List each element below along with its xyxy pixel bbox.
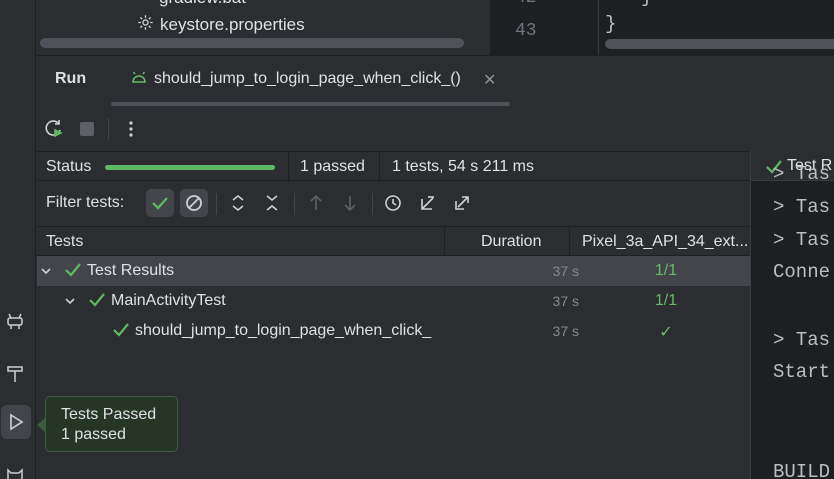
column-header-tests[interactable]: Tests — [46, 233, 83, 251]
test-result: 1/1 — [654, 292, 678, 309]
line-number-gutter: 42 43 — [491, 0, 599, 55]
console-line: BUILD — [773, 461, 831, 479]
passed-count: 1 passed — [300, 158, 365, 175]
more-options-icon[interactable] — [118, 116, 144, 142]
previous-failed-arrow-up-icon[interactable] — [302, 189, 330, 217]
stop-icon[interactable] — [74, 116, 100, 142]
filter-divider — [372, 193, 373, 215]
build-hammer-icon[interactable] — [0, 356, 30, 390]
run-panel-title: Run — [55, 70, 87, 87]
test-summary: 1 tests, 54 s 211 ms — [392, 158, 534, 175]
left-tool-strip — [0, 0, 36, 479]
console-line: > Tas — [773, 196, 831, 218]
console-line: Start — [773, 361, 831, 383]
test-progress-bar — [105, 165, 275, 170]
toolbar-divider — [108, 118, 109, 140]
line-number: 42 — [515, 0, 537, 8]
tree-item-partial[interactable]: gradlew.bat — [137, 0, 246, 10]
line-number: 43 — [515, 21, 537, 41]
test-history-clock-icon[interactable] — [380, 189, 408, 217]
test-duration: 37 s — [552, 323, 579, 339]
project-horizontal-scrollbar[interactable] — [40, 38, 464, 48]
passed-checkmark-icon — [88, 292, 106, 313]
run-play-icon[interactable] — [1, 405, 31, 439]
code-line[interactable]: } — [641, 0, 652, 8]
passed-checkmark-icon — [112, 322, 130, 343]
test-name: Test Results — [87, 262, 175, 279]
code-editor-fragment: 42 43 } } — [490, 0, 834, 55]
column-header-device[interactable]: Pixel_3a_API_34_ext... — [582, 233, 750, 251]
run-tabs: Run should_jump_to_login_page_when_click… — [37, 56, 834, 106]
project-tree-fragment: gradlew.bat keystore.properties — [37, 0, 490, 55]
passed-checkmark-icon — [64, 262, 82, 283]
test-status-bar: Status 1 passed 1 tests, 54 s 211 ms — [37, 151, 750, 182]
expand-all-icon[interactable] — [224, 189, 252, 217]
tests-passed-tooltip: Tests Passed 1 passed — [45, 396, 178, 452]
table-row[interactable]: should_jump_to_login_page_when_click_ 37… — [37, 316, 750, 346]
import-tests-icon[interactable] — [414, 189, 442, 217]
test-table-header: Tests Duration Pixel_3a_API_34_ext... — [37, 226, 750, 257]
test-name: should_jump_to_login_page_when_click_ — [135, 322, 432, 339]
tree-item-keystore[interactable]: keystore.properties — [137, 13, 305, 37]
test-result: ✓ — [659, 324, 673, 341]
show-ignored-circle-slash-icon[interactable] — [180, 189, 208, 217]
filter-divider — [294, 193, 295, 215]
tree-item-label: keystore.properties — [160, 15, 305, 34]
column-divider[interactable] — [444, 227, 445, 257]
console-line: > Tas — [773, 329, 831, 351]
gear-icon — [137, 14, 154, 36]
tooltip-arrow — [37, 418, 45, 432]
tooltip-title: Tests Passed — [61, 406, 157, 423]
rerun-icon[interactable] — [41, 116, 67, 142]
logcat-cat-icon[interactable] — [0, 455, 30, 479]
test-duration: 37 s — [552, 263, 579, 279]
chevron-down-icon[interactable] — [40, 262, 52, 285]
next-failed-arrow-down-icon[interactable] — [336, 189, 364, 217]
column-divider[interactable] — [569, 227, 570, 257]
test-result: 1/1 — [654, 262, 678, 279]
filter-divider — [216, 193, 217, 215]
tooltip-subtitle: 1 passed — [61, 426, 126, 443]
status-label: Status — [46, 158, 92, 175]
status-divider — [288, 152, 289, 182]
show-passed-checkmark-icon[interactable] — [146, 189, 174, 217]
android-test-icon — [132, 70, 146, 88]
tree-item-label: gradlew.bat — [159, 0, 246, 8]
close-icon[interactable]: ✕ — [483, 70, 496, 90]
column-header-duration[interactable]: Duration — [481, 233, 541, 251]
export-tests-icon[interactable] — [448, 189, 476, 217]
tab-scrollbar[interactable] — [111, 102, 510, 106]
android-robot-icon[interactable] — [0, 304, 30, 338]
collapse-all-icon[interactable] — [258, 189, 286, 217]
test-filter-bar: Filter tests: — [37, 184, 750, 222]
test-name: MainActivityTest — [111, 292, 226, 309]
console-line: > Tas — [773, 229, 831, 251]
status-divider — [379, 152, 380, 182]
editor-horizontal-scrollbar[interactable] — [605, 39, 834, 49]
tab-test-config[interactable]: should_jump_to_login_page_when_click_() — [132, 70, 461, 88]
test-console-output[interactable]: Test R > Tas > Tas > Tas Conne > Tas Sta… — [750, 151, 834, 479]
console-line: Conne — [773, 261, 831, 283]
filter-label: Filter tests: — [46, 194, 125, 211]
console-line: > Tas — [773, 163, 831, 185]
test-duration: 37 s — [552, 293, 579, 309]
table-row[interactable]: Test Results 37 s 1/1 — [37, 256, 750, 286]
table-row[interactable]: MainActivityTest 37 s 1/1 — [37, 286, 750, 316]
progress-fill — [105, 165, 275, 170]
chevron-down-icon[interactable] — [64, 292, 76, 315]
code-line[interactable]: } — [605, 13, 616, 35]
run-toolbar — [37, 114, 834, 144]
tab-label: should_jump_to_login_page_when_click_() — [154, 70, 461, 87]
